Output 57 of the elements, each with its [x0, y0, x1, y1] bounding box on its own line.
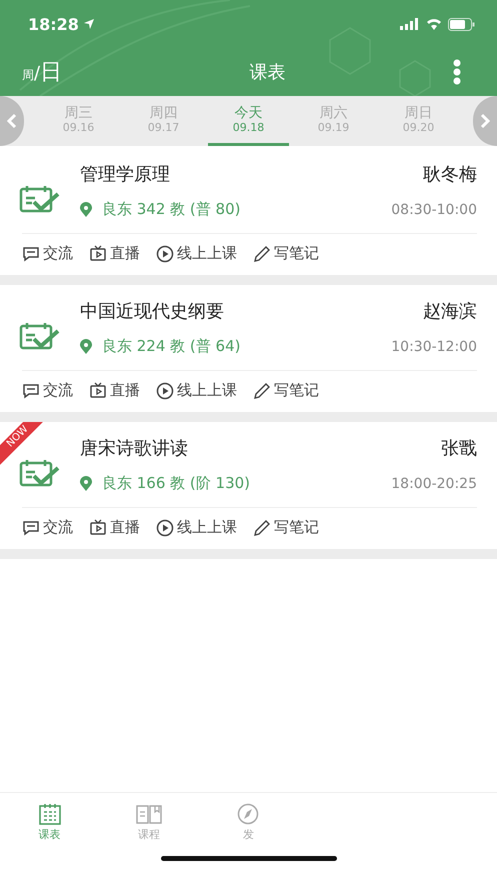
teacher-name: 赵海滨 — [423, 300, 477, 323]
calendar-icon — [38, 803, 62, 825]
classroom-location: 良东 342 教 (普 80) — [102, 200, 240, 219]
play-circle-icon — [156, 244, 174, 262]
more-icon[interactable] — [453, 59, 461, 85]
live-button[interactable]: 直播 — [89, 244, 140, 263]
page-title: 课表 — [250, 61, 286, 84]
play-circle-icon — [156, 382, 174, 400]
location-pin-icon — [80, 339, 92, 354]
chat-icon — [22, 520, 40, 536]
location-arrow-icon — [82, 18, 95, 30]
status-time: 18:28 — [28, 14, 79, 34]
notes-button[interactable]: 写笔记 — [253, 381, 319, 400]
online-class-button[interactable]: 线上上课 — [156, 381, 237, 400]
calendar-check-icon — [19, 321, 61, 351]
classroom-location: 良东 224 教 (普 64) — [102, 337, 240, 356]
classroom-location: 良东 166 教 (阶 130) — [102, 474, 250, 493]
class-time: 18:00-20:25 — [391, 476, 477, 492]
tv-play-icon — [89, 382, 107, 399]
chevron-right-icon — [480, 113, 490, 129]
compass-icon — [237, 803, 260, 825]
course-title: 唐宋诗歌讲读 — [80, 437, 188, 460]
chat-icon — [22, 382, 40, 398]
online-class-button[interactable]: 线上上课 — [156, 244, 237, 263]
play-circle-icon — [156, 518, 174, 536]
pencil-icon — [253, 518, 271, 536]
chevron-left-icon — [7, 113, 17, 129]
pencil-icon — [253, 244, 271, 262]
calendar-check-icon — [19, 184, 61, 214]
chat-button[interactable]: 交流 — [22, 518, 73, 537]
tv-play-icon — [89, 519, 107, 536]
battery-icon — [448, 18, 475, 30]
calendar-check-icon — [19, 458, 61, 488]
class-time: 08:30-10:00 — [391, 202, 477, 218]
chat-button[interactable]: 交流 — [22, 244, 73, 263]
book-icon — [135, 803, 164, 825]
teacher-name: 耿冬梅 — [423, 163, 477, 186]
next-button[interactable] — [473, 96, 497, 146]
tv-play-icon — [89, 245, 107, 262]
pencil-icon — [253, 382, 271, 400]
course-title: 管理学原理 — [80, 163, 170, 186]
previous-button[interactable] — [0, 96, 24, 146]
live-button[interactable]: 直播 — [89, 381, 140, 400]
wifi-icon — [426, 18, 442, 30]
toggle-separator: / — [34, 63, 40, 84]
notes-button[interactable]: 写笔记 — [253, 518, 319, 537]
location-pin-icon — [80, 202, 92, 217]
chat-button[interactable]: 交流 — [22, 381, 73, 400]
signal-icon — [400, 18, 420, 30]
online-class-button[interactable]: 线上上课 — [156, 518, 237, 537]
live-button[interactable]: 直播 — [89, 518, 140, 537]
location-pin-icon — [80, 476, 92, 491]
class-time: 10:30-12:00 — [391, 338, 477, 354]
notes-button[interactable]: 写笔记 — [253, 244, 319, 263]
course-title: 中国近现代史纲要 — [80, 300, 224, 323]
teacher-name: 张戬 — [441, 437, 477, 460]
chat-icon — [22, 246, 40, 262]
